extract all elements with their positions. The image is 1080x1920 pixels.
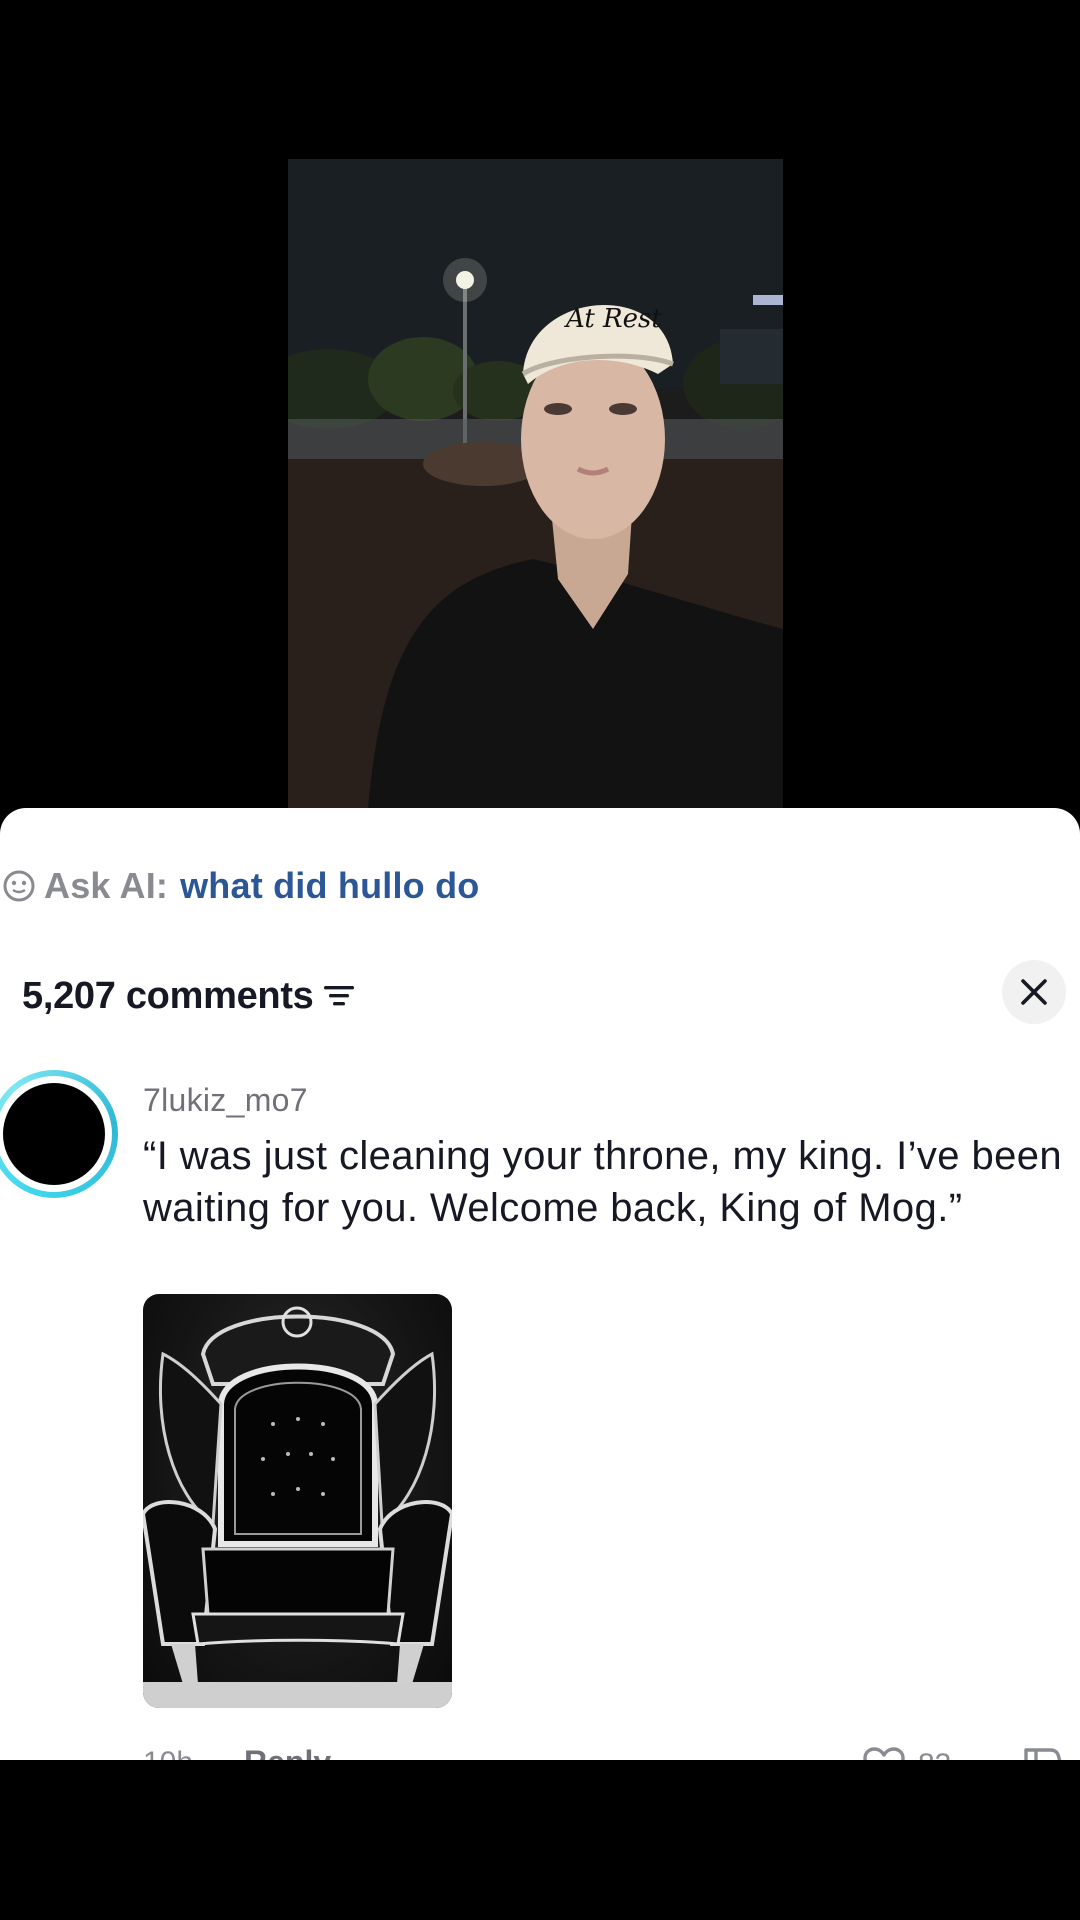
comment-timestamp: 10h — [143, 1746, 193, 1760]
comments-sheet: Ask AI: what did hullo do 5,207 comments… — [0, 808, 1080, 1760]
throne-illustration — [143, 1306, 452, 1708]
ask-ai-bar[interactable]: Ask AI: what did hullo do — [0, 860, 479, 912]
video-frame[interactable]: At Rest — [288, 159, 783, 809]
close-icon — [1021, 979, 1047, 1005]
sort-lines-icon[interactable] — [322, 981, 356, 1011]
svg-text:At Rest: At Rest — [564, 304, 662, 334]
ask-ai-label: Ask AI: — [44, 865, 169, 906]
comment-throne-image[interactable] — [143, 1294, 452, 1708]
ai-face-icon — [3, 870, 35, 902]
avatar-ring-gap — [0, 1076, 112, 1192]
reply-button[interactable]: Reply — [244, 1744, 331, 1760]
comment-footer: 10h Reply 83 — [0, 1742, 1080, 1760]
video-scene: At Rest — [288, 159, 783, 809]
comment-text: “I was just cleaning your throne, my kin… — [143, 1134, 1063, 1230]
thumbs-down-outline-icon[interactable] — [1020, 1744, 1068, 1760]
video-player[interactable]: At Rest — [0, 0, 1080, 810]
close-button[interactable] — [1002, 960, 1066, 1024]
comment-username[interactable]: 7lukiz_mo7 — [143, 1082, 308, 1119]
heart-outline-icon[interactable] — [862, 1746, 906, 1760]
avatar-image — [3, 1083, 105, 1185]
ask-ai-query-link[interactable]: what did hullo do — [180, 865, 479, 907]
comment-count: 5,207 comments — [22, 974, 314, 1017]
avatar[interactable] — [0, 1070, 118, 1198]
comments-header: 5,207 comments — [22, 968, 356, 1024]
like-count: 83 — [918, 1748, 951, 1760]
